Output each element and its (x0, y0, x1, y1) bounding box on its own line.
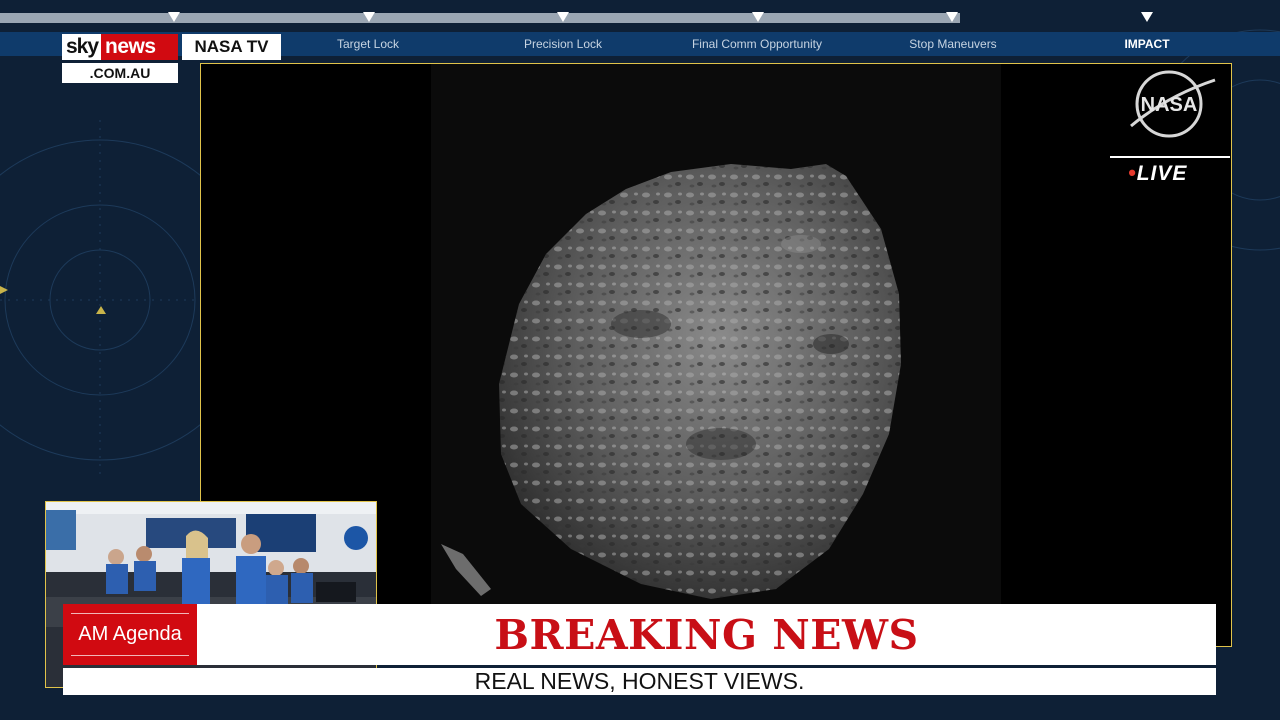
timeline-label-stop-maneuvers: Stop Maneuvers (909, 37, 997, 51)
news-wordmark: news (101, 34, 178, 60)
nasa-logo: NASA (1130, 70, 1216, 138)
timeline-marker-5 (946, 12, 958, 22)
timeline-label-precision-lock: Precision Lock (523, 37, 603, 51)
timeline-label-target-lock: Target Lock (336, 37, 400, 51)
program-badge: AM Agenda (63, 604, 197, 665)
timeline-marker-3 (557, 12, 569, 22)
program-badge-rule-bottom (71, 655, 189, 656)
sky-news-domain: .COM.AU (62, 63, 178, 83)
live-divider (1110, 156, 1230, 158)
sky-news-logo: sky news .COM.AU (62, 34, 178, 84)
program-name: AM Agenda (78, 623, 182, 645)
timeline-marker-2 (363, 12, 375, 22)
source-badge: NASA TV (182, 34, 281, 60)
live-label: LIVE (1136, 162, 1188, 185)
breaking-news-headline: BREAKING NEWS (197, 604, 1216, 665)
timeline-marker-4 (752, 12, 764, 22)
program-badge-rule-top (71, 613, 189, 614)
mission-timeline-track (0, 13, 960, 23)
news-ticker: REAL NEWS, HONEST VIEWS. (63, 668, 1216, 695)
timeline-label-impact: IMPACT (1124, 37, 1170, 51)
live-indicator: •LIVE (1128, 160, 1187, 186)
live-dot-icon: • (1128, 160, 1137, 185)
nasa-logo-text: NASA (1141, 94, 1198, 116)
timeline-marker-6 (1141, 12, 1153, 22)
timeline-marker-1 (168, 12, 180, 22)
sky-wordmark: sky (66, 35, 99, 58)
timeline-label-final-comm: Final Comm Opportunity (691, 37, 823, 51)
